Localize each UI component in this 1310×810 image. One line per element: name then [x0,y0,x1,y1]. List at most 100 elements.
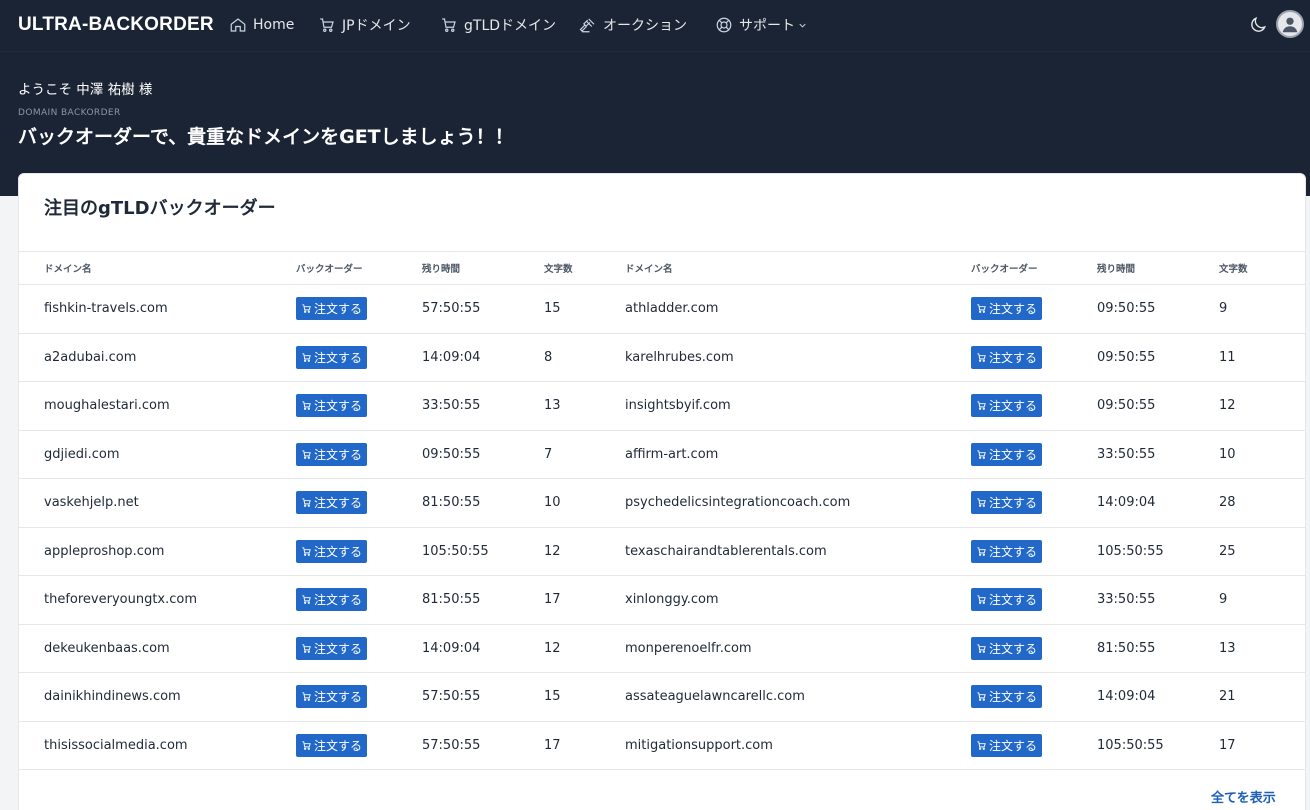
table-row: gdjiedi.com 注文する 09:50:55 7 affirm-art.c… [19,430,1305,479]
remaining-time: 09:50:55 [1097,349,1156,365]
backorder-table: ドメイン名 バックオーダー 残り時間 文字数 ドメイン名 バックオーダー 残り時… [19,251,1305,770]
char-count: 15 [544,301,561,317]
nav-gtld-domain[interactable]: gTLDドメイン [440,14,556,36]
cart-icon [302,401,311,411]
order-button-label: 注文する [989,496,1038,511]
order-button[interactable]: 注文する [971,297,1043,321]
domain-name[interactable]: a2adubai.com [19,333,271,382]
domain-name[interactable]: psychedelicsintegrationcoach.com [600,479,946,528]
order-button[interactable]: 注文する [971,539,1043,563]
featured-gtld-card: 注目のgTLDバックオーダー ドメイン名 バックオーダー 残り時間 文字数 ドメ… [18,173,1306,810]
order-cell: 注文する [946,527,1072,576]
nav-gtld-domain-label: gTLDドメイン [464,18,557,34]
order-button[interactable]: 注文する [971,442,1043,466]
domain-name[interactable]: dainikhindinews.com [19,673,271,722]
order-button-label: 注文する [989,447,1038,462]
remaining-time: 105:50:55 [1097,543,1164,559]
domain-name[interactable]: affirm-art.com [600,430,946,479]
cart-icon [977,595,986,605]
domain-name[interactable]: karelhrubes.com [600,333,946,382]
char-count: 12 [1219,398,1236,414]
order-cell: 注文する [946,382,1072,431]
order-button[interactable]: 注文する [971,685,1043,709]
order-cell: 注文する [946,576,1072,625]
order-button[interactable]: 注文する [971,345,1043,369]
domain-name[interactable]: moughalestari.com [19,382,271,431]
order-button-label: 注文する [314,350,363,365]
order-button[interactable]: 注文する [296,539,368,563]
domain-name[interactable]: dekeukenbaas.com [19,624,271,673]
char-count: 9 [1219,592,1228,608]
order-button[interactable]: 注文する [296,636,368,660]
order-cell: 注文する [946,673,1072,722]
char-count: 13 [544,398,561,414]
order-cell: 注文する [271,576,397,625]
cart-icon [977,353,986,362]
remaining-time: 81:50:55 [422,495,481,511]
table-header-row: ドメイン名 バックオーダー 残り時間 文字数 ドメイン名 バックオーダー 残り時… [19,251,1305,285]
order-button[interactable]: 注文する [296,685,368,709]
cart-icon [977,401,986,411]
nav-support[interactable]: サポート [715,14,808,36]
domain-name[interactable]: athladder.com [600,285,946,334]
chevron-down-icon [799,23,806,28]
char-count: 9 [1219,301,1228,317]
order-button[interactable]: 注文する [296,491,368,515]
col-header: ドメイン名 [44,264,92,275]
domain-name[interactable]: assateaguelawncarellc.com [600,673,946,722]
home-icon [230,18,246,32]
domain-name[interactable]: xinlonggy.com [600,576,946,625]
card-title: 注目のgTLDバックオーダー [44,198,276,219]
char-count: 25 [1219,543,1236,559]
domain-name[interactable]: appleproshop.com [19,527,271,576]
nav-home[interactable]: Home [229,14,294,36]
domain-name[interactable]: monperenoelfr.com [600,624,946,673]
domain-name[interactable]: vaskehjelp.net [19,479,271,528]
order-cell: 注文する [271,673,397,722]
welcome-message: ようこそ 中澤 祐樹 様 [18,82,153,98]
order-button[interactable]: 注文する [296,297,368,321]
nav-auction[interactable]: オークション [579,14,687,36]
hero-title: バックオーダーで、貴重なドメインをGETしましょう！！ [18,126,514,148]
view-all-link[interactable]: 全てを表示 [1211,787,1276,806]
char-count: 13 [1219,640,1236,656]
remaining-time: 09:50:55 [422,446,481,462]
domain-name[interactable]: texaschairandtablerentals.com [600,527,946,576]
order-button[interactable]: 注文する [296,394,368,418]
nav-jp-domain[interactable]: JPドメイン [318,14,411,36]
brand-logo[interactable]: ULTRA-BACKORDER [18,14,214,36]
order-button[interactable]: 注文する [971,491,1043,515]
moon-icon[interactable] [1248,15,1268,35]
order-button[interactable]: 注文する [296,733,368,757]
order-button[interactable]: 注文する [971,636,1043,660]
order-button[interactable]: 注文する [296,345,368,369]
order-button-label: 注文する [989,641,1038,656]
order-cell: 注文する [946,624,1072,673]
order-button-label: 注文する [314,544,363,559]
order-button[interactable]: 注文する [296,588,368,612]
order-button-label: 注文する [989,350,1038,365]
char-count: 8 [544,349,553,365]
avatar[interactable] [1276,10,1304,38]
char-count: 17 [1219,737,1236,753]
domain-name[interactable]: fishkin-travels.com [19,285,271,334]
order-button[interactable]: 注文する [296,442,368,466]
domain-name[interactable]: gdjiedi.com [19,430,271,479]
remaining-time: 14:09:04 [1097,689,1156,705]
cart-icon [302,353,311,362]
order-cell: 注文する [946,721,1072,770]
char-count: 17 [544,737,561,753]
domain-name[interactable]: insightsbyif.com [600,382,946,431]
hero-eyebrow: DOMAIN BACKORDER [18,108,121,118]
domain-name[interactable]: mitigationsupport.com [600,721,946,770]
remaining-time: 81:50:55 [422,592,481,608]
order-button[interactable]: 注文する [971,394,1043,418]
domain-name[interactable]: thisissocialmedia.com [19,721,271,770]
char-count: 10 [1219,446,1236,462]
cart-icon [977,304,986,314]
domain-name[interactable]: theforeveryoungtx.com [19,576,271,625]
nav-auction-label: オークション [603,18,687,34]
order-button[interactable]: 注文する [971,733,1043,757]
order-button[interactable]: 注文する [971,588,1043,612]
remaining-time: 105:50:55 [422,543,489,559]
